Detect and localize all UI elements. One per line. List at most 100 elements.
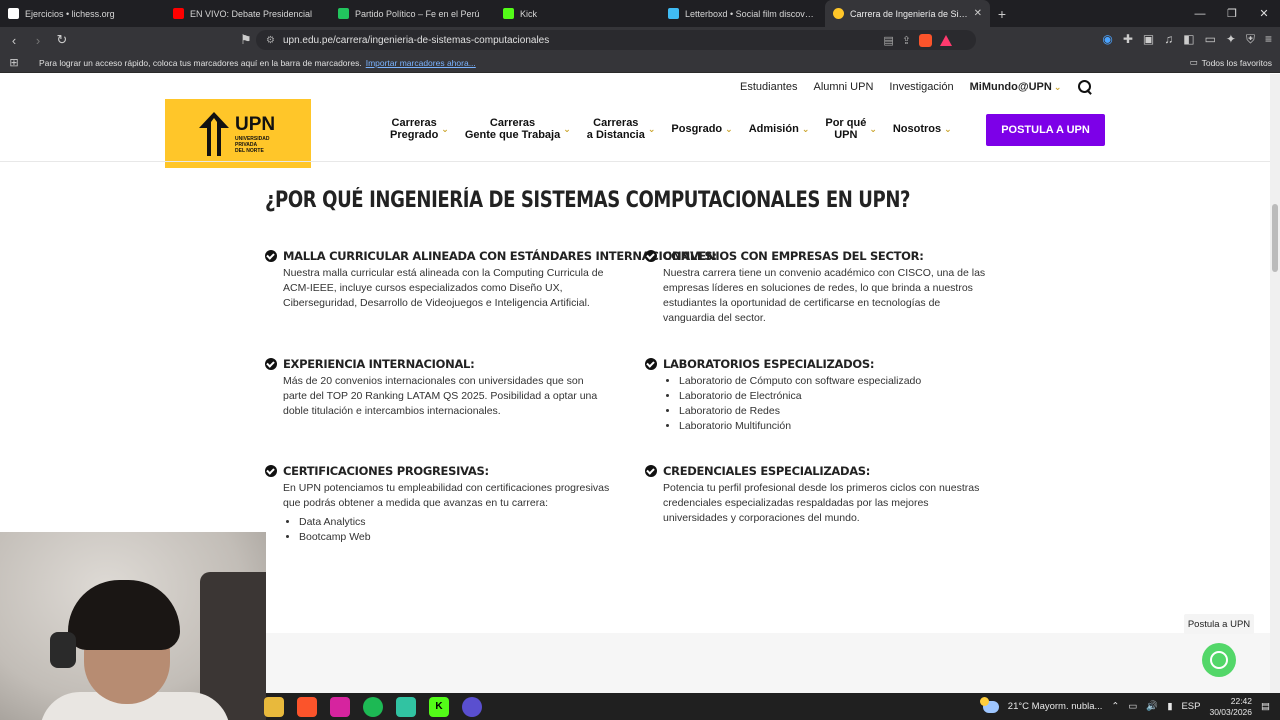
- file-explorer-icon[interactable]: [264, 696, 284, 717]
- instagram-icon[interactable]: [330, 696, 350, 717]
- brave-rewards-icon[interactable]: [940, 34, 952, 46]
- volume-icon[interactable]: 🔊: [1146, 701, 1158, 712]
- kick-icon[interactable]: K: [429, 696, 449, 717]
- close-icon[interactable]: ✕: [974, 8, 982, 19]
- import-bookmarks-link[interactable]: Importar marcadores ahora...: [366, 58, 476, 68]
- nav-line2: Pregrado: [390, 129, 439, 141]
- all-favorites-label: Todos los favoritos: [1201, 57, 1272, 68]
- nav-admision[interactable]: Admisión ⌄: [749, 123, 810, 135]
- nav-carreras-a-distancia[interactable]: Carreras a Distancia ⌄: [587, 117, 656, 141]
- tab-letterboxd[interactable]: Letterboxd • Social film discovery.: [660, 0, 825, 27]
- chevron-down-icon: ⌄: [563, 124, 571, 134]
- network-icon[interactable]: ▭: [1128, 701, 1137, 712]
- sidebar-icon[interactable]: ◧: [1183, 32, 1194, 47]
- postula-floating-label[interactable]: Postula a UPN: [1184, 614, 1254, 634]
- tab-debate[interactable]: EN VIVO: Debate Presidencial: [165, 0, 330, 27]
- menu-icon[interactable]: ≡: [1265, 32, 1272, 47]
- restore-button[interactable]: ❐: [1216, 0, 1248, 27]
- screenshot-icon[interactable]: ▣: [1143, 32, 1154, 47]
- extension-icons: ◉ ✚ ▣ ♫ ◧ ▭ ✦ ⛨ ≡: [1102, 32, 1272, 47]
- nav-line2: UPN: [834, 129, 858, 141]
- nav-posgrado[interactable]: Posgrado ⌄: [671, 123, 732, 135]
- nav-line1: Nosotros: [892, 123, 942, 135]
- search-icon[interactable]: [1077, 79, 1093, 95]
- forward-icon[interactable]: ›: [28, 33, 48, 48]
- logo-name: UPN: [235, 113, 276, 135]
- chevron-down-icon: ⌄: [1053, 82, 1062, 92]
- feature-title: EXPERIENCIA INTERNACIONAL:: [283, 357, 475, 371]
- logo-sub-3: DEL NORTE: [235, 147, 264, 154]
- nav-mimundo[interactable]: MiMundo@UPN ⌄: [970, 81, 1062, 93]
- tray-chevron-icon[interactable]: ⌃: [1111, 701, 1119, 712]
- wallet-icon[interactable]: ▭: [1205, 32, 1216, 47]
- tab-title: Letterboxd • Social film discovery.: [685, 8, 817, 19]
- weather-text[interactable]: 21°C Mayorm. nubla...: [1008, 701, 1103, 712]
- folder-icon: ▭: [1189, 57, 1198, 67]
- extensions-icon[interactable]: ✚: [1123, 32, 1133, 47]
- page-scrollbar[interactable]: [1270, 74, 1280, 693]
- url-field[interactable]: ⚙ upn.edu.pe/carrera/ingenieria-de-siste…: [256, 30, 976, 50]
- upn-logo[interactable]: UPN UNIVERSIDAD PRIVADA DEL NORTE: [165, 99, 311, 168]
- feature-body: Nuestra malla curricular está alineada c…: [283, 267, 604, 309]
- feature-experiencia: EXPERIENCIA INTERNACIONAL: Más de 20 con…: [265, 357, 610, 419]
- window-controls: — ❐ ✕: [1184, 0, 1280, 27]
- brave-shields-icon[interactable]: [919, 33, 932, 47]
- tab-title: Kick: [520, 8, 538, 19]
- whatsapp-button[interactable]: [1202, 643, 1236, 677]
- window-close-button[interactable]: ✕: [1248, 0, 1280, 27]
- streamlabs-icon[interactable]: [396, 696, 416, 717]
- list-item: Laboratorio de Cómputo con software espe…: [679, 374, 990, 389]
- new-tab-button[interactable]: +: [990, 0, 1014, 27]
- tab-upn[interactable]: Carrera de Ingeniería de Sistema ✕: [825, 0, 990, 27]
- bookmark-icon[interactable]: ⚑: [236, 32, 256, 48]
- scrollbar-thumb[interactable]: [1272, 204, 1278, 272]
- feature-laboratorios: LABORATORIOS ESPECIALIZADOS: Laboratorio…: [645, 357, 990, 434]
- check-circle-icon: [645, 358, 657, 370]
- feature-title: CONVENIOS CON EMPRESAS DEL SECTOR:: [663, 249, 924, 263]
- tab-title: Carrera de Ingeniería de Sistema: [850, 8, 968, 19]
- back-icon[interactable]: ‹: [4, 33, 24, 48]
- site-settings-icon[interactable]: ⚙: [266, 35, 275, 46]
- url-actions: ▤ ⇪: [883, 33, 952, 47]
- battery-icon[interactable]: ▮: [1167, 701, 1172, 712]
- share-icon[interactable]: ⇪: [902, 34, 911, 47]
- media-icon[interactable]: ♫: [1164, 32, 1173, 47]
- minimize-button[interactable]: —: [1184, 0, 1216, 27]
- nav-line1: Posgrado: [671, 123, 723, 135]
- list-item: Laboratorio de Redes: [679, 404, 990, 419]
- tab-kick[interactable]: Kick: [495, 0, 660, 27]
- vpn-icon[interactable]: ⛨: [1246, 32, 1255, 47]
- tab-title: Partido Político – Fe en el Perú: [355, 8, 480, 19]
- feature-malla: MALLA CURRICULAR ALINEADA CON ESTÁNDARES…: [265, 249, 717, 311]
- nav-nosotros[interactable]: Nosotros ⌄: [893, 123, 952, 135]
- notification-icon[interactable]: ▤: [1261, 701, 1270, 712]
- brave-browser-icon[interactable]: [297, 696, 317, 717]
- header-divider: [0, 161, 1280, 162]
- nav-por-que-upn[interactable]: Por qué UPN ⌄: [825, 117, 877, 141]
- nav-alumni[interactable]: Alumni UPN: [813, 81, 873, 93]
- leo-icon[interactable]: ✦: [1226, 32, 1236, 47]
- clock[interactable]: 22:42 30/03/2026: [1209, 696, 1252, 718]
- upn-favicon-icon: [833, 8, 844, 19]
- nav-line1: Carreras: [593, 117, 639, 129]
- all-favorites[interactable]: ▭ Todos los favoritos: [1190, 57, 1272, 68]
- spotify-icon[interactable]: [363, 696, 383, 717]
- media-player-icon[interactable]: [462, 696, 482, 717]
- postula-button[interactable]: POSTULA A UPN: [986, 114, 1105, 146]
- nav-line1: Carreras: [391, 117, 437, 129]
- tab-lichess[interactable]: Ejercicios • lichess.org: [0, 0, 165, 27]
- nav-investigacion[interactable]: Investigación: [889, 81, 953, 93]
- language-indicator[interactable]: ESP: [1181, 701, 1200, 712]
- reader-icon[interactable]: ▤: [883, 34, 893, 47]
- reload-icon[interactable]: ↻: [52, 32, 72, 48]
- taskbar: K 21°C Mayorm. nubla... ⌃ ▭ 🔊 ▮ ESP 22:4…: [264, 693, 1280, 720]
- nav-carreras-gente-que-trabaja[interactable]: Carreras Gente que Trabaja ⌄: [465, 117, 571, 141]
- nav-estudiantes[interactable]: Estudiantes: [740, 81, 797, 93]
- nav-carreras-pregrado[interactable]: Carreras Pregrado ⌄: [390, 117, 449, 141]
- webcam-overlay: [0, 532, 266, 720]
- audio-icon[interactable]: ◉: [1102, 32, 1112, 47]
- apps-grid-icon[interactable]: ⊞: [2, 56, 26, 69]
- system-tray: 21°C Mayorm. nubla... ⌃ ▭ 🔊 ▮ ESP 22:42 …: [979, 693, 1270, 720]
- tab-partido[interactable]: Partido Político – Fe en el Perú: [330, 0, 495, 27]
- partido-favicon-icon: [338, 8, 349, 19]
